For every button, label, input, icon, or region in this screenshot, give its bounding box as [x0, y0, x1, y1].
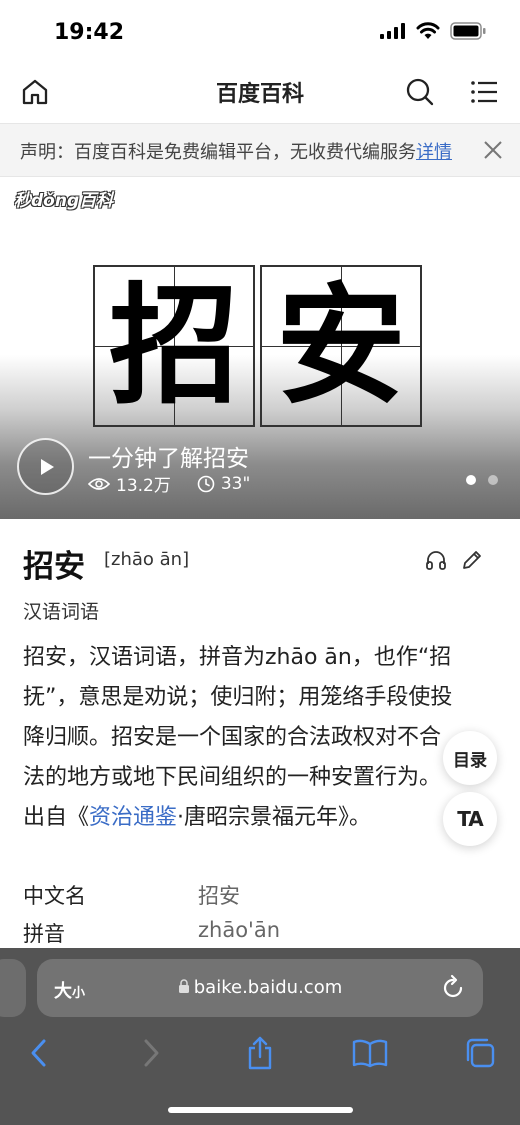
reload-icon: [443, 974, 463, 998]
summary-line: 法的地方或地下民间组织的一种安置行为。: [23, 765, 442, 790]
table-of-contents-button[interactable]: 目录: [443, 731, 497, 785]
miaodong-logo: 秒dǒng百科: [14, 191, 114, 211]
info-label-pinyin: 拼音: [23, 922, 65, 946]
tabs-button[interactable]: [460, 1033, 500, 1073]
chevron-left-icon: [31, 1039, 46, 1067]
disclaimer-close-button[interactable]: [480, 137, 506, 163]
term-category: 汉语词语: [23, 601, 100, 623]
eye-icon: [88, 477, 110, 490]
summary-line: 降归顺。招安是一个国家的合法政权对不合: [23, 725, 442, 750]
url-text: baike.baidu.com: [193, 977, 343, 998]
carousel-dots: [466, 475, 498, 485]
info-label-chinese-name: 中文名: [23, 884, 86, 908]
video-character: 安: [275, 269, 406, 422]
home-indicator[interactable]: [168, 1107, 353, 1113]
term-pinyin: [zhāo ān]: [104, 549, 190, 570]
pencil-icon: [463, 551, 481, 569]
pronounce-button[interactable]: [424, 548, 448, 572]
info-value-pinyin: zhāo'ān: [198, 918, 281, 942]
bookmarks-button[interactable]: [350, 1033, 390, 1073]
character-grid-2: 安: [260, 265, 422, 427]
video-player[interactable]: 秒dǒng百科 招 安 一分钟了解招安 13.2万 33": [0, 177, 520, 519]
play-icon: [40, 458, 54, 475]
ta-button[interactable]: TA: [443, 792, 497, 846]
previous-tab-address-bar[interactable]: [0, 959, 26, 1017]
character-grid-1: 招: [93, 265, 255, 427]
signal-icon: [380, 23, 405, 39]
battery-icon: [450, 22, 486, 40]
disclaimer-banner: 声明：百度百科是免费编辑平台，无收费代编服务详情: [0, 123, 520, 177]
disclaimer-details-link[interactable]: 详情: [416, 142, 452, 163]
tabs-icon: [466, 1038, 495, 1068]
headphones-icon: [426, 551, 446, 570]
forward-button[interactable]: [131, 1033, 171, 1073]
summary-line: 招安，汉语词语，拼音为zhāo ān，也作“招: [23, 645, 452, 670]
browser-toolbar: 大小 baike.baidu.com: [0, 948, 520, 1125]
summary-line: 抚”，意思是劝说；使归附；用笼络手段使投: [23, 685, 453, 710]
view-count: 13.2万: [116, 476, 171, 496]
play-button[interactable]: [17, 438, 74, 495]
video-title: 一分钟了解招安: [88, 446, 249, 472]
video-meta: 13.2万 33": [88, 471, 250, 496]
term-title: 招安: [23, 549, 85, 585]
status-icons: [380, 22, 486, 40]
page-title: 百度百科: [215, 82, 304, 107]
chevron-right-icon: [144, 1039, 159, 1067]
disclaimer-message: 声明：百度百科是免费编辑平台，无收费代编服务: [20, 142, 416, 163]
close-icon: [484, 141, 502, 159]
share-button[interactable]: [240, 1033, 280, 1073]
book-icon: [352, 1039, 388, 1068]
share-icon: [248, 1036, 272, 1070]
zizhi-tongjian-link[interactable]: 资治通鉴: [89, 805, 177, 830]
carousel-dot[interactable]: [488, 475, 498, 485]
carousel-dot[interactable]: [466, 475, 476, 485]
address-bar[interactable]: 大小 baike.baidu.com: [37, 959, 483, 1017]
list-menu-icon: [471, 81, 497, 103]
url-display[interactable]: baike.baidu.com: [37, 977, 483, 998]
clock-icon: [197, 475, 215, 492]
video-character: 招: [108, 269, 239, 422]
back-button[interactable]: [19, 1033, 59, 1073]
wifi-icon: [416, 22, 440, 39]
summary-line-source: 出自《资治通鉴·唐昭宗景福元年》。: [23, 805, 372, 830]
status-time: 19:42: [54, 20, 125, 45]
menu-button[interactable]: [466, 74, 502, 110]
lock-icon: [178, 979, 189, 993]
reload-button[interactable]: [439, 974, 467, 1002]
video-duration: 33": [220, 473, 251, 494]
edit-button[interactable]: [460, 548, 484, 572]
info-value-chinese-name: 招安: [198, 884, 240, 908]
search-icon: [406, 78, 434, 106]
search-button[interactable]: [402, 74, 438, 110]
summary-paragraph: 招安，汉语词语，拼音为zhāo ān，也作“招 抚”，意思是劝说；使归附；用笼络…: [23, 638, 495, 838]
disclaimer-text: 声明：百度百科是免费编辑平台，无收费代编服务详情: [20, 138, 452, 164]
